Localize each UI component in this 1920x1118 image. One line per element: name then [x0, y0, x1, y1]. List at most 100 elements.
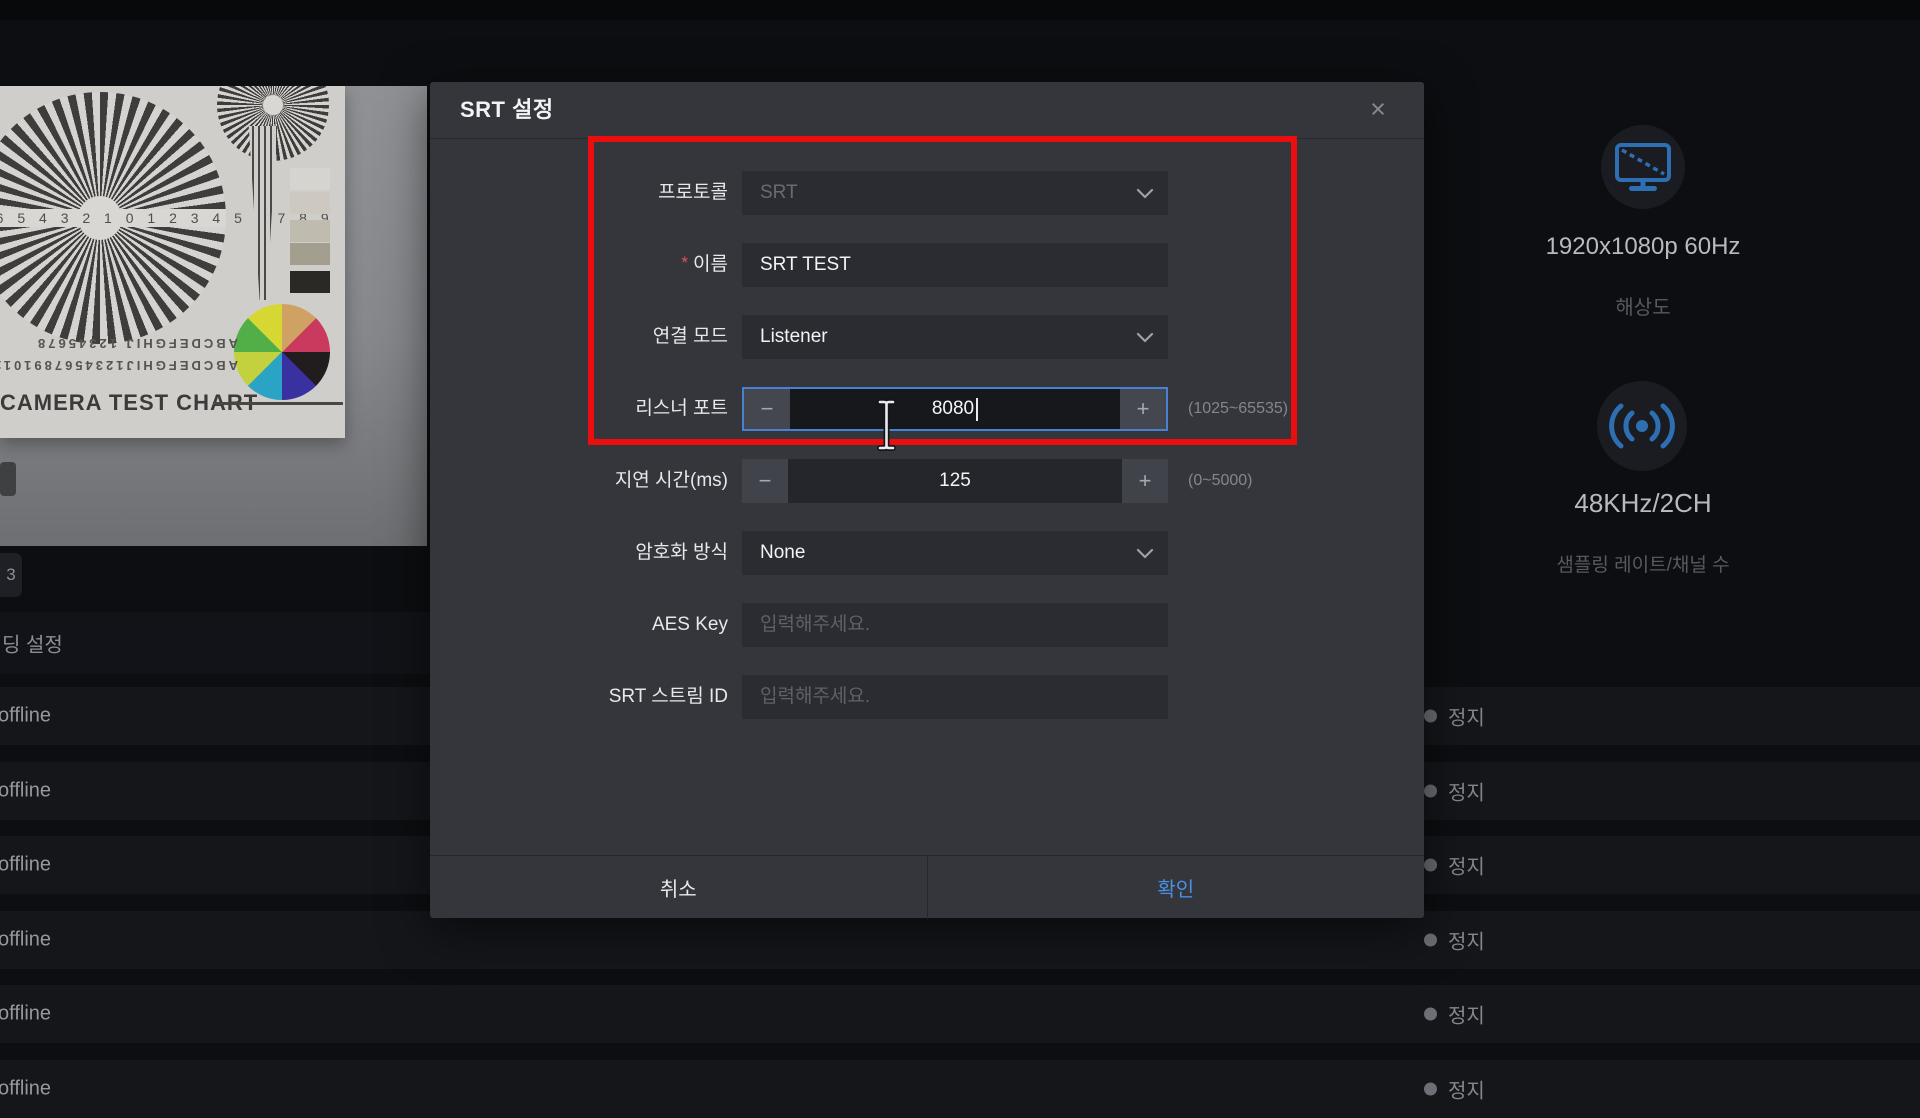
- gray-patch-5: [290, 271, 330, 293]
- resolution-label: 해상도: [1433, 291, 1853, 320]
- mirrored-text-row-2: ABCDEFGHIJ1234567891011: [0, 358, 238, 373]
- latency-stepper[interactable]: − 125 +: [742, 459, 1168, 503]
- latency-label: 지연 시간(ms): [430, 459, 728, 503]
- stop-status-label: 정지: [1448, 1074, 1485, 1103]
- wall-object: [0, 462, 16, 496]
- listener-port-input[interactable]: 8080: [790, 389, 1120, 429]
- latency-row: 지연 시간(ms)− 125 + (0~5000): [430, 459, 1424, 503]
- status-dot-icon: [1424, 859, 1437, 872]
- name-label: *이름: [430, 243, 728, 287]
- stream-status-right: 정지: [1424, 702, 1485, 731]
- color-wheel: [234, 304, 330, 400]
- resolution-scale-numbers: 7 6 5 4 3 2 1 0 1 2 3 4 5 6 7 8 9: [0, 209, 226, 227]
- protocol-row: 프로토콜 SRT: [430, 171, 1424, 215]
- stream-status-left: offline: [0, 854, 51, 877]
- camera-test-chart: 7 6 5 4 3 2 1 0 1 2 3 4 5 6 7 8 9 ABCDEF…: [0, 86, 345, 438]
- chart-title-line: [213, 402, 343, 405]
- audio-value: 48KHz/2CH: [1433, 488, 1853, 519]
- encoding-settings-label: 딩 설정: [2, 629, 63, 658]
- star-small-center: [263, 95, 283, 115]
- status-dot-icon: [1424, 1008, 1437, 1021]
- chevron-down-icon: [1136, 548, 1154, 559]
- aes-key-input[interactable]: 입력해주세요.: [742, 603, 1168, 647]
- dialog-title: SRT 설정: [460, 82, 554, 138]
- connection-mode-row: 연결 모드 Listener: [430, 315, 1424, 359]
- name-row: *이름 SRT TEST: [430, 243, 1424, 287]
- listener-port-range-hint: (1025~65535): [1188, 387, 1288, 431]
- stream-status-right: 정지: [1424, 925, 1485, 954]
- listener-port-stepper[interactable]: − 8080 +: [742, 387, 1168, 431]
- resolution-icon-circle: [1601, 125, 1685, 209]
- cancel-button[interactable]: 취소: [430, 856, 928, 919]
- resolution-value: 1920x1080p 60Hz: [1433, 233, 1853, 261]
- name-value: SRT TEST: [760, 243, 851, 287]
- chevron-down-icon: [1136, 188, 1154, 199]
- dialog-header: SRT 설정 ×: [430, 82, 1424, 139]
- listener-port-value: 8080: [932, 398, 974, 420]
- listener-port-increment-button[interactable]: +: [1120, 389, 1166, 429]
- srt-stream-id-placeholder: 입력해주세요.: [760, 675, 870, 719]
- connection-mode-select[interactable]: Listener: [742, 315, 1168, 359]
- latency-input[interactable]: 125: [788, 459, 1122, 503]
- chevron-down-icon: [1136, 332, 1154, 343]
- latency-increment-button[interactable]: +: [1122, 459, 1168, 503]
- listener-port-row: 리스너 포트− 8080 + (1025~65535): [430, 387, 1424, 431]
- srt-settings-dialog: SRT 설정 × 프로토콜 SRT *이름 SRT TEST 연결 모드 Listener…: [430, 82, 1424, 918]
- latency-decrement-button[interactable]: −: [742, 459, 788, 503]
- stop-status-label: 정지: [1448, 1000, 1485, 1029]
- gray-patch-1: [290, 168, 330, 190]
- stream-row[interactable]: offline 정지: [0, 985, 1920, 1043]
- name-input[interactable]: SRT TEST: [742, 243, 1168, 287]
- latency-range-hint: (0~5000): [1188, 459, 1253, 503]
- srt-stream-id-row: SRT 스트림 ID 입력해주세요.: [430, 675, 1424, 719]
- stream-status-left: offline: [0, 1077, 51, 1100]
- monitor-icon: [1613, 141, 1673, 193]
- aes-key-label: AES Key: [430, 603, 728, 647]
- aes-key-placeholder: 입력해주세요.: [760, 603, 870, 647]
- status-dot-icon: [1424, 710, 1437, 723]
- encryption-value: None: [760, 531, 805, 575]
- stop-status-label: 정지: [1448, 702, 1485, 731]
- stream-row[interactable]: offline 정지: [0, 911, 1920, 969]
- stream-status-right: 정지: [1424, 776, 1485, 805]
- close-icon[interactable]: ×: [1358, 82, 1398, 138]
- status-dot-icon: [1424, 1082, 1437, 1095]
- required-asterisk-icon: *: [681, 253, 688, 272]
- stream-count-badge: 3: [0, 553, 22, 597]
- srt-stream-id-label: SRT 스트림 ID: [430, 675, 728, 719]
- audio-icon-circle: [1597, 381, 1687, 471]
- protocol-value: SRT: [760, 171, 798, 215]
- stop-status-label: 정지: [1448, 925, 1485, 954]
- gray-patch-3: [290, 220, 330, 242]
- stop-status-label: 정지: [1448, 851, 1485, 880]
- dialog-footer: 취소 확인: [430, 855, 1424, 919]
- protocol-label: 프로토콜: [430, 171, 728, 215]
- encoding-settings-section: 딩 설정: [0, 612, 430, 674]
- encryption-select[interactable]: None: [742, 531, 1168, 575]
- status-dot-icon: [1424, 933, 1437, 946]
- aes-key-row: AES Key 입력해주세요.: [430, 603, 1424, 647]
- video-preview: 7 6 5 4 3 2 1 0 1 2 3 4 5 6 7 8 9 ABCDEF…: [0, 86, 427, 546]
- connection-mode-label: 연결 모드: [430, 315, 728, 359]
- stream-status-left: offline: [0, 779, 51, 802]
- stream-status-left: offline: [0, 705, 51, 728]
- protocol-select[interactable]: SRT: [742, 171, 1168, 215]
- mirrored-text-row-1: ABCDEFGHIJ 12345678: [0, 336, 238, 351]
- encryption-label: 암호화 방식: [430, 531, 728, 575]
- gray-patch-4: [290, 243, 330, 265]
- stream-status-left: offline: [0, 1003, 51, 1026]
- listener-port-label: 리스너 포트: [430, 387, 728, 431]
- stream-status-left: offline: [0, 928, 51, 951]
- stream-status-right: 정지: [1424, 1074, 1485, 1103]
- stop-status-label: 정지: [1448, 776, 1485, 805]
- gray-patch-2: [290, 192, 330, 214]
- stream-status-right: 정지: [1424, 1000, 1485, 1029]
- connection-mode-value: Listener: [760, 315, 828, 359]
- listener-port-decrement-button[interactable]: −: [744, 389, 790, 429]
- confirm-button[interactable]: 확인: [928, 856, 1425, 919]
- latency-value: 125: [939, 470, 971, 492]
- text-caret: [976, 398, 978, 421]
- stream-row[interactable]: offline 정지: [0, 1060, 1920, 1118]
- broadcast-icon: [1604, 398, 1680, 454]
- srt-stream-id-input[interactable]: 입력해주세요.: [742, 675, 1168, 719]
